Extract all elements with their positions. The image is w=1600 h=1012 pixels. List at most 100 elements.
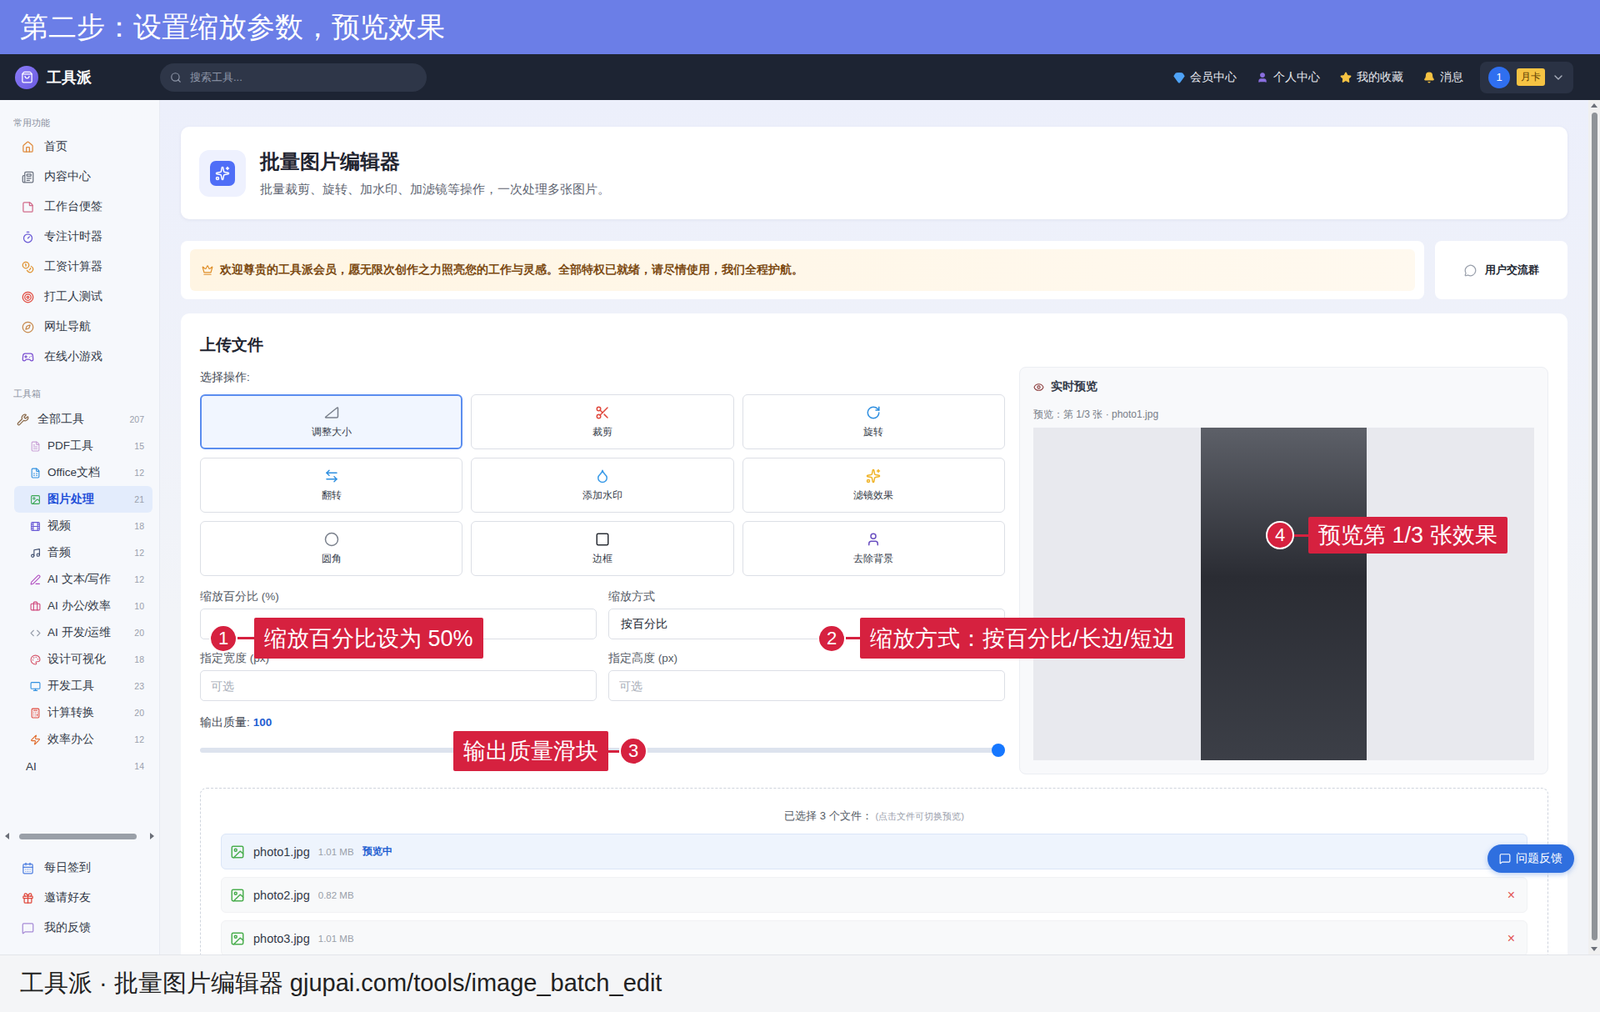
sidebar-tool-item[interactable]: 计算转换20 — [14, 699, 153, 726]
tool-category-icon — [30, 547, 41, 559]
sidebar-tool-item[interactable]: 视频18 — [14, 512, 153, 540]
file-size: 0.82 MB — [318, 890, 355, 900]
remove-file-button[interactable]: × — [1507, 887, 1515, 903]
file-row[interactable]: photo1.jpg1.01 MB预览中 — [220, 833, 1528, 870]
annotation-number: 2 — [817, 624, 846, 653]
tool-category-icon — [30, 734, 41, 745]
page-scrollbar[interactable] — [1588, 100, 1600, 955]
sidebar-item[interactable]: 内容中心 — [0, 161, 160, 192]
annotation-number: 4 — [1265, 520, 1295, 550]
scroll-down-icon[interactable] — [1590, 946, 1598, 951]
remove-file-button[interactable]: × — [1507, 930, 1515, 946]
tool-count: 21 — [134, 494, 145, 505]
sidebar-item[interactable]: 网址导航 — [0, 311, 160, 342]
sidebar-tool-item[interactable]: 开发工具23 — [14, 672, 153, 700]
field-input[interactable] — [200, 670, 597, 701]
sidebar-tool-item[interactable]: 图片处理21 — [14, 485, 153, 513]
field-input[interactable] — [608, 670, 1005, 701]
operation-button[interactable]: 调整大小 — [200, 394, 463, 450]
operation-button[interactable]: 添加水印 — [470, 457, 734, 513]
sidebar-tool-item[interactable]: 音频12 — [14, 539, 153, 566]
file-size: 1.01 MB — [318, 933, 355, 944]
operation-button[interactable]: 旋转 — [742, 394, 1005, 450]
sidebar-tool-item[interactable]: 全部工具207 — [0, 405, 153, 433]
scroll-up-icon[interactable] — [1590, 103, 1598, 108]
tool-category-icon — [30, 680, 41, 692]
file-name: photo2.jpg — [253, 888, 310, 902]
nav-link[interactable]: 我的收藏 — [1340, 70, 1404, 85]
operation-button[interactable]: 去除背景 — [742, 520, 1005, 576]
sidebar-footer-item[interactable]: 每日签到 — [0, 852, 160, 883]
sidebar-footer-item[interactable]: 我的反馈 — [0, 912, 160, 943]
sidebar-tool-item[interactable]: 设计可视化18 — [14, 645, 153, 673]
sidebar-scrollbar[interactable] — [0, 831, 160, 840]
sidebar-item-icon — [21, 230, 35, 244]
sidebar-tool-item[interactable]: AI 开发/运维20 — [14, 619, 153, 646]
operation-icon — [595, 531, 610, 547]
operation-icon — [865, 405, 881, 420]
tool-category-icon — [30, 440, 41, 452]
search-input[interactable] — [188, 70, 417, 85]
operation-button[interactable]: 边框 — [470, 520, 734, 576]
notice-card: 欢迎尊贵的工具派会员，愿无限次创作之力照亮您的工作与灵感。全部特权已就绪，请尽情… — [180, 240, 1425, 300]
operation-button[interactable]: 翻转 — [200, 457, 463, 513]
tool-count: 20 — [134, 627, 145, 638]
tool-count: 10 — [134, 600, 145, 611]
annotation-label: 缩放百分比设为 50% — [254, 617, 484, 659]
annotation-number: 1 — [209, 624, 238, 653]
sidebar-item[interactable]: 在线小游戏 — [0, 341, 160, 372]
sidebar-item[interactable]: 专注计时器 — [0, 221, 160, 252]
scroll-right-icon[interactable] — [150, 832, 155, 840]
sidebar-item-icon — [21, 861, 35, 875]
user-menu[interactable]: 1月卡 — [1480, 61, 1574, 94]
annotation-callout: 4预览第 1/3 张效果 — [1265, 516, 1508, 554]
sidebar-tool-item[interactable]: 效率办公12 — [14, 725, 153, 753]
sidebar-item-icon — [21, 170, 35, 184]
operation-button[interactable]: 滤镜效果 — [742, 457, 1005, 513]
sidebar-section-title: 工具箱 — [0, 385, 160, 401]
preview-tag: 预览中 — [362, 844, 393, 859]
sidebar-item[interactable]: 首页 — [0, 131, 160, 162]
nav-link[interactable]: 个人中心 — [1256, 70, 1320, 85]
operation-icon — [595, 405, 610, 420]
quality-label: 输出质量:100 — [200, 715, 1005, 730]
tool-category-icon — [30, 600, 41, 612]
upload-title: 上传文件 — [200, 335, 1549, 355]
scroll-thumb[interactable] — [1591, 112, 1598, 940]
tool-category-icon — [30, 574, 41, 585]
tool-count: 23 — [134, 680, 145, 691]
logo[interactable]: 工具派 — [15, 65, 160, 90]
sidebar-footer-item[interactable]: 邀请好友 — [0, 882, 160, 913]
operation-button[interactable]: 圆角 — [200, 520, 463, 576]
sidebar-item[interactable]: 打工人测试 — [0, 281, 160, 312]
sidebar-tool-item[interactable]: Office文档12 — [14, 459, 153, 486]
form-field: 指定宽度 (px) — [200, 651, 597, 701]
sidebar-tool-item[interactable]: AI 办公/效率10 — [14, 592, 153, 620]
sidebar-item-icon — [21, 320, 35, 334]
operation-button[interactable]: 裁剪 — [470, 394, 734, 450]
sidebar-tool-item[interactable]: PDF工具15 — [14, 432, 153, 460]
user-group-button[interactable]: 用户交流群 — [1435, 240, 1568, 300]
nav-link[interactable]: 会员中心 — [1173, 70, 1237, 85]
logo-mark — [15, 65, 39, 90]
slider-thumb[interactable] — [991, 743, 1005, 757]
tool-category-icon — [30, 520, 41, 532]
sidebar-item[interactable]: 工资计算器 — [0, 251, 160, 282]
search-box[interactable] — [160, 63, 427, 92]
scroll-left-icon[interactable] — [5, 832, 10, 840]
avatar: 1 — [1488, 66, 1510, 89]
operation-icon — [595, 468, 610, 484]
sidebar-item[interactable]: 工作台便签 — [0, 191, 160, 222]
nav-link-icon — [1256, 71, 1269, 84]
sidebar-tool-item[interactable]: AI14 — [0, 752, 153, 780]
tool-subtitle: 批量裁剪、旋转、加水印、加滤镜等操作，一次处理多张图片。 — [260, 181, 610, 198]
nav-link[interactable]: 消息 — [1423, 70, 1464, 85]
scroll-thumb[interactable] — [19, 833, 137, 840]
file-row[interactable]: photo2.jpg 0.82 MB × — [220, 876, 1528, 913]
feedback-button[interactable]: 问题反馈 — [1487, 844, 1575, 873]
file-row[interactable]: photo3.jpg1.01 MB× — [220, 920, 1528, 955]
tool-category-icon — [16, 413, 30, 426]
sidebar-tool-item[interactable]: AI 文本/写作12 — [14, 565, 153, 593]
preview-title: 实时预览 — [1033, 379, 1535, 395]
feedback-icon — [1499, 852, 1511, 865]
